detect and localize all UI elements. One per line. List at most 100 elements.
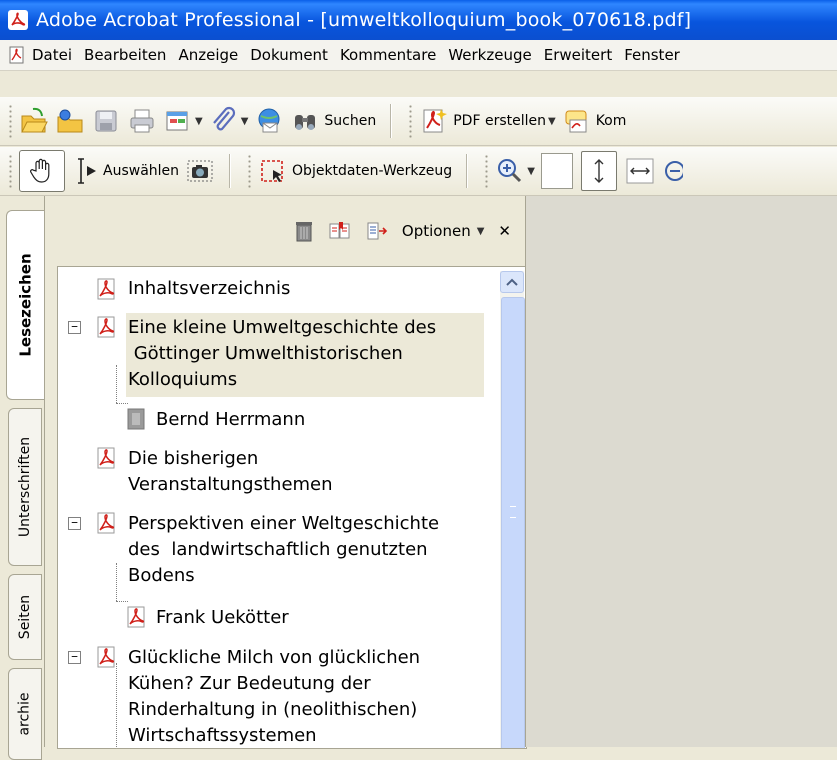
collapse-toggle[interactable]: −: [68, 517, 81, 530]
bookmark-title-line: Kühen? Zur Bedeutung der: [128, 673, 371, 694]
fit-height-icon: [594, 159, 604, 183]
object-data-label: Objektdaten-Werkzeug: [292, 163, 453, 179]
menu-bar: Datei Bearbeiten Anzeige Dokument Kommen…: [0, 40, 837, 71]
collapse-toggle[interactable]: −: [68, 651, 81, 664]
organizer-folder-icon: [57, 109, 83, 133]
scroll-thumb[interactable]: [501, 297, 525, 748]
fit-width-button[interactable]: [625, 153, 655, 189]
expand-current-bookmark-icon: [367, 222, 388, 240]
menu-fenster[interactable]: Fenster: [624, 46, 680, 64]
menu-kommentare[interactable]: Kommentare: [340, 46, 436, 64]
printer-icon: [130, 109, 154, 133]
bookmark-title: Inhaltsverzeichnis: [128, 278, 291, 299]
new-bookmark-button[interactable]: [328, 220, 352, 242]
select-label: Auswählen: [103, 163, 180, 179]
pdf-bookmark-icon: [97, 278, 115, 300]
vertical-scrollbar[interactable]: [500, 271, 525, 748]
new-bookmark-icon: [329, 222, 350, 239]
menu-anzeige[interactable]: Anzeige: [178, 46, 238, 64]
hand-tool-button[interactable]: [19, 150, 65, 192]
toolbar-grip[interactable]: [247, 154, 253, 188]
bookmark-title-line: Glückliche Milch von glücklichen: [128, 647, 421, 668]
comment-truncated-label: Kom: [595, 113, 627, 129]
object-data-icon: [261, 160, 283, 182]
file-toolbar: ▼ ▼ Suchen PDF erstellen ▼ Kom: [0, 97, 837, 146]
actual-size-button[interactable]: [540, 153, 573, 189]
tab-bookmarks[interactable]: Lesezeichen: [6, 210, 45, 400]
camera-snapshot-icon: [187, 160, 213, 182]
toolbar-grip[interactable]: [484, 154, 490, 188]
window-layout-icon: [166, 111, 188, 131]
pdf-bookmark-icon: [127, 606, 145, 628]
attach-button[interactable]: ▼: [209, 103, 248, 139]
tree-connector: [116, 403, 128, 404]
paperclip-icon: [212, 106, 235, 131]
menu-bearbeiten[interactable]: Bearbeiten: [84, 46, 166, 64]
trash-icon: [295, 222, 312, 242]
fit-width-icon: [626, 158, 654, 184]
document-view[interactable]: [525, 196, 837, 747]
bookmark-title-line: des landwirtschaftlich genutzten: [128, 539, 428, 560]
tab-archive[interactable]: archie: [8, 668, 42, 760]
bookmark-title-line: Perspektiven einer Weltgeschichte: [128, 513, 440, 534]
search-button[interactable]: Suchen: [290, 103, 376, 139]
email-button[interactable]: [254, 103, 284, 139]
delete-bookmark-button[interactable]: [294, 220, 314, 242]
bookmark-title: Frank Uekötter: [156, 607, 289, 628]
zoom-in-button[interactable]: ▼: [495, 153, 535, 189]
pdf-bookmark-icon: [97, 512, 115, 534]
bookmark-title-line: Rinderhaltung in (neolithischen): [128, 699, 418, 720]
globe-mail-icon: [258, 108, 280, 133]
bookmarks-panel: Optionen ▼ ✕ Inhaltsverzeichnis − Eine k…: [44, 196, 527, 749]
tree-connector: [116, 601, 128, 602]
fit-page-button[interactable]: [580, 151, 617, 191]
pdf-bookmark-icon: [97, 447, 115, 469]
layout-button[interactable]: ▼: [163, 103, 203, 139]
close-icon[interactable]: ✕: [498, 222, 511, 240]
organizer-button[interactable]: [55, 103, 85, 139]
menu-datei[interactable]: Datei: [32, 46, 72, 64]
zoom-out-icon: [664, 161, 683, 181]
menu-dokument[interactable]: Dokument: [250, 46, 328, 64]
tree-connector: [116, 563, 117, 601]
toolbar-grip[interactable]: [408, 104, 414, 138]
expand-bookmark-button[interactable]: [366, 220, 388, 242]
toolbar-grip[interactable]: [8, 154, 13, 188]
toolbar-grip[interactable]: [8, 104, 13, 138]
bookmark-title-line: Die bisherigen: [128, 448, 259, 469]
tab-signatures[interactable]: Unterschriften: [8, 408, 42, 566]
gray-bookmark-icon: [127, 408, 145, 430]
collapse-toggle[interactable]: −: [68, 321, 81, 334]
toolbar-separator: [390, 104, 393, 138]
comment-review-icon: [565, 110, 587, 133]
open-button[interactable]: [19, 103, 49, 139]
comment-button[interactable]: Kom: [562, 103, 627, 139]
bookmark-title-line: Eine kleine Umweltgeschichte des: [128, 317, 437, 338]
object-data-tool-button[interactable]: Objektdaten-Werkzeug: [258, 153, 452, 189]
navigation-tabs: Lesezeichen Unterschriften Seiten archie: [0, 196, 48, 760]
bookmark-title-line: Kolloquiums: [128, 369, 238, 390]
menu-werkzeuge[interactable]: Werkzeuge: [448, 46, 531, 64]
toolbar-separator: [229, 154, 232, 188]
open-folder-icon: [21, 107, 48, 133]
print-button[interactable]: [127, 103, 157, 139]
zoom-out-button[interactable]: [661, 153, 683, 189]
bookmark-tree: Inhaltsverzeichnis − Eine kleine Umweltg…: [57, 266, 527, 749]
save-disk-icon: [95, 110, 117, 132]
select-tool-button[interactable]: Auswählen: [73, 153, 179, 189]
acrobat-logo-icon: [8, 10, 28, 30]
pdf-bookmark-icon: [97, 646, 115, 668]
window-title: Adobe Acrobat Professional - [umweltkoll…: [36, 9, 692, 31]
menu-erweitert[interactable]: Erweitert: [544, 46, 612, 64]
document-icon[interactable]: [8, 45, 26, 65]
toolbar-separator: [466, 154, 469, 188]
bookmark-title-line: Bodens: [128, 565, 195, 586]
tab-pages[interactable]: Seiten: [8, 574, 42, 660]
save-button[interactable]: [91, 103, 121, 139]
search-label: Suchen: [324, 113, 377, 129]
bookmarks-panel-toolbar: Optionen ▼ ✕: [45, 196, 525, 266]
create-pdf-button[interactable]: PDF erstellen ▼: [419, 103, 556, 139]
snapshot-button[interactable]: [185, 153, 215, 189]
scroll-up-button[interactable]: [500, 271, 524, 293]
options-dropdown[interactable]: Optionen ▼: [402, 222, 485, 240]
